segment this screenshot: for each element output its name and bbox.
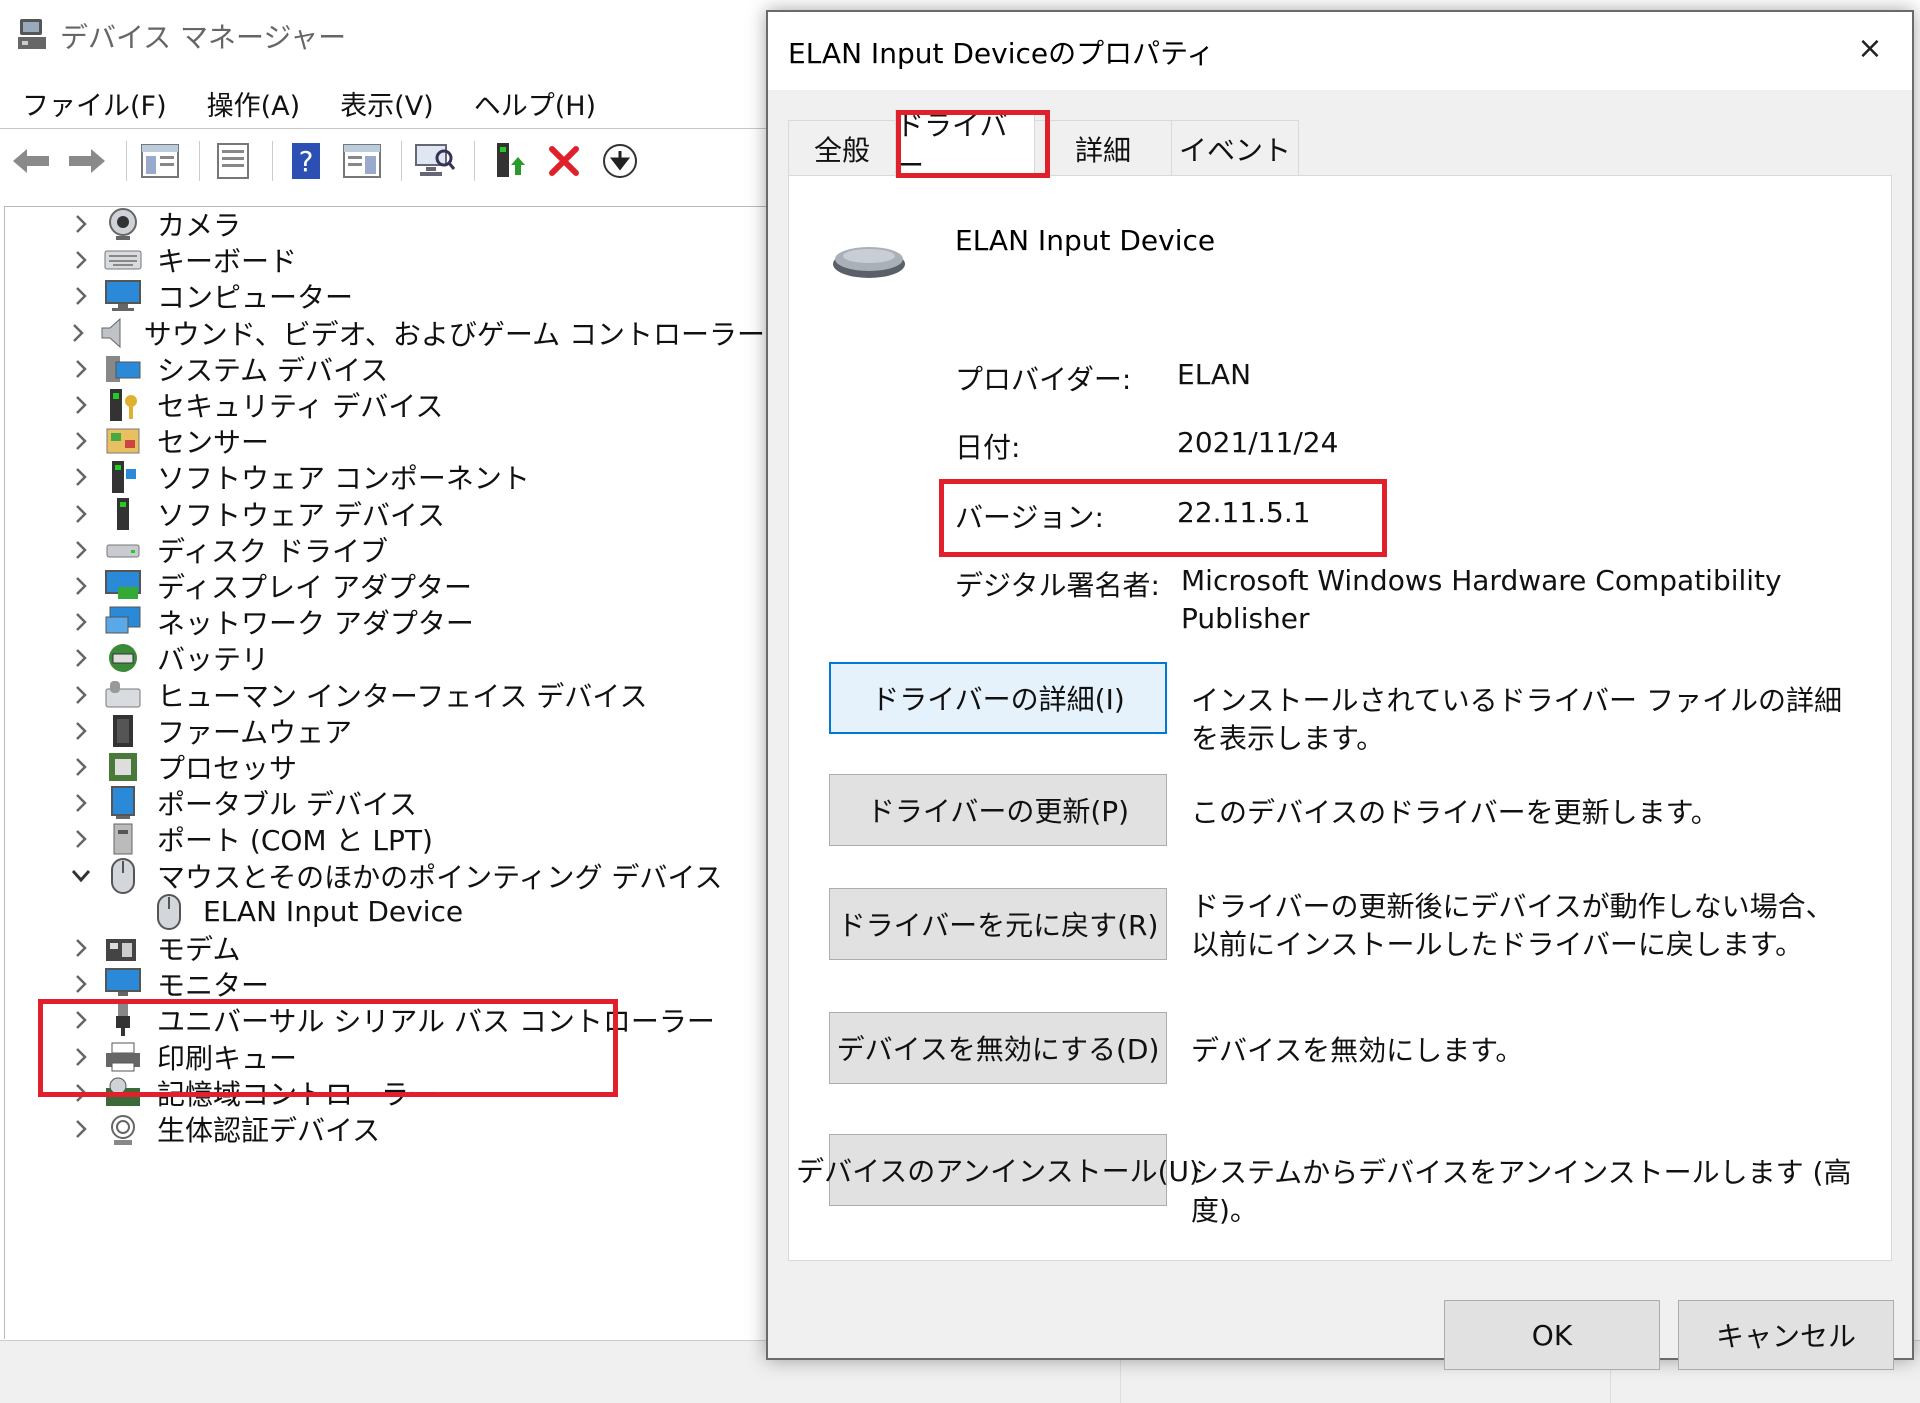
cancel-button[interactable]: キャンセル	[1678, 1300, 1894, 1370]
toolbar-separator	[474, 141, 475, 181]
menu-bar: ファイル(F) 操作(A) 表示(V) ヘルプ(H)	[0, 78, 616, 128]
menu-file[interactable]: ファイル(F)	[0, 78, 187, 128]
scan-hardware-icon[interactable]	[410, 137, 460, 185]
chevron-right-icon[interactable]	[65, 250, 97, 270]
mouse-icon	[831, 238, 907, 286]
dialog-title-bar: ELAN Input Deviceのプロパティ ×	[768, 12, 1912, 90]
toolbar-separator	[199, 141, 200, 181]
chevron-right-icon[interactable]	[65, 214, 97, 234]
svg-text:?: ?	[299, 145, 314, 178]
chevron-right-icon[interactable]	[65, 395, 97, 415]
disable-device-description: デバイスを無効にします。	[1191, 1034, 1524, 1067]
chevron-right-icon[interactable]	[65, 540, 97, 560]
tab-events[interactable]: イベント	[1171, 120, 1299, 176]
chevron-right-icon[interactable]	[65, 974, 97, 994]
signer-value-line1: Microsoft Windows Hardware Compatibility	[1181, 564, 1782, 597]
menu-action[interactable]: 操作(A)	[187, 78, 321, 128]
tab-details[interactable]: 詳細	[1034, 120, 1172, 176]
highlight-mouse-category	[38, 999, 618, 1097]
update-driver-description: このデバイスのドライバーを更新します。	[1191, 796, 1719, 829]
provider-value: ELAN	[1177, 358, 1252, 391]
driver-details-description: インストールされているドライバー ファイルの詳細を表示します。	[1191, 684, 1842, 755]
close-icon[interactable]: ×	[1850, 28, 1890, 68]
tree-item-label: 生体認証デバイス	[157, 1114, 381, 1147]
biometric-icon	[103, 1109, 143, 1149]
rollback-driver-button[interactable]: ドライバーを元に戻す(R)	[829, 888, 1167, 960]
device-tree[interactable]: カメラ キーボード コンピューター サウンド、ビデオ、およびゲーム コントローラー シス…	[4, 206, 771, 1339]
chevron-right-icon[interactable]	[65, 576, 97, 596]
driver-tab-panel: ELAN Input Device プロバイダー: ELAN 日付: 2021/…	[788, 175, 1892, 1261]
menu-view[interactable]: 表示(V)	[320, 78, 454, 128]
tab-general[interactable]: 全般	[788, 120, 896, 176]
chevron-right-icon[interactable]	[65, 323, 91, 343]
update-driver-icon[interactable]	[483, 137, 533, 185]
chevron-right-icon[interactable]	[65, 359, 97, 379]
chevron-right-icon[interactable]	[65, 829, 97, 849]
title-bar: デバイス マネージャー	[16, 14, 346, 58]
uninstall-device-description: システムからデバイスをアンインストールします (高度)。	[1191, 1156, 1852, 1227]
menu-help[interactable]: ヘルプ(H)	[454, 78, 616, 128]
chevron-right-icon[interactable]	[65, 793, 97, 813]
toolbar-separator	[126, 141, 127, 181]
chevron-right-icon[interactable]	[65, 757, 97, 777]
chevron-right-icon[interactable]	[65, 938, 97, 958]
tree-category-item[interactable]: 生体認証デバイス	[5, 1107, 765, 1151]
toolbar-separator	[272, 141, 273, 181]
date-label: 日付:	[955, 431, 1021, 464]
forward-arrow-icon[interactable]	[62, 137, 112, 185]
uninstall-device-button[interactable]: デバイスのアンインストール(U)	[796, 1134, 1200, 1206]
ok-button[interactable]: OK	[1444, 1300, 1660, 1370]
rollback-driver-description: ドライバーの更新後にデバイスが動作しない場合、以前にインストールしたドライバーに…	[1191, 890, 1834, 961]
uninstall-icon[interactable]	[539, 137, 589, 185]
driver-details-button[interactable]: ドライバーの詳細(I)	[829, 662, 1167, 734]
properties-dialog: ELAN Input Deviceのプロパティ × 全般 ドライバー 詳細 イベ…	[766, 10, 1914, 1370]
show-hide-tree-icon[interactable]	[135, 137, 185, 185]
tree-item-label: ELAN Input Device	[203, 895, 464, 929]
chevron-right-icon[interactable]	[65, 721, 97, 741]
highlight-driver-tab	[896, 110, 1050, 178]
device-manager-app-icon	[16, 17, 48, 55]
chevron-right-icon[interactable]	[65, 286, 97, 306]
action-pane-icon[interactable]	[337, 137, 387, 185]
update-driver-button[interactable]: ドライバーの更新(P)	[829, 774, 1167, 846]
date-value: 2021/11/24	[1177, 426, 1339, 459]
window-title: デバイス マネージャー	[60, 21, 347, 54]
menu-divider	[0, 128, 770, 129]
toolbar-separator	[401, 141, 402, 181]
chevron-right-icon[interactable]	[65, 685, 97, 705]
download-icon[interactable]	[595, 137, 645, 185]
toolbar: ?	[6, 134, 651, 188]
chevron-right-icon[interactable]	[65, 431, 97, 451]
signer-value-line2: Publisher	[1181, 602, 1310, 635]
help-icon[interactable]: ?	[281, 137, 331, 185]
device-name: ELAN Input Device	[955, 224, 1216, 257]
chevron-right-icon[interactable]	[65, 504, 97, 524]
signer-label: デジタル署名者:	[955, 569, 1160, 602]
properties-icon[interactable]	[208, 137, 258, 185]
chevron-right-icon[interactable]	[65, 467, 97, 487]
chevron-right-icon[interactable]	[65, 1119, 97, 1139]
highlight-version	[939, 479, 1387, 557]
provider-label: プロバイダー:	[955, 363, 1132, 396]
chevron-right-icon[interactable]	[65, 612, 97, 632]
disable-device-button[interactable]: デバイスを無効にする(D)	[829, 1012, 1167, 1084]
back-arrow-icon[interactable]	[6, 137, 56, 185]
dialog-title: ELAN Input Deviceのプロパティ	[788, 37, 1215, 70]
chevron-right-icon[interactable]	[65, 648, 97, 668]
chevron-down-icon[interactable]	[65, 869, 97, 883]
